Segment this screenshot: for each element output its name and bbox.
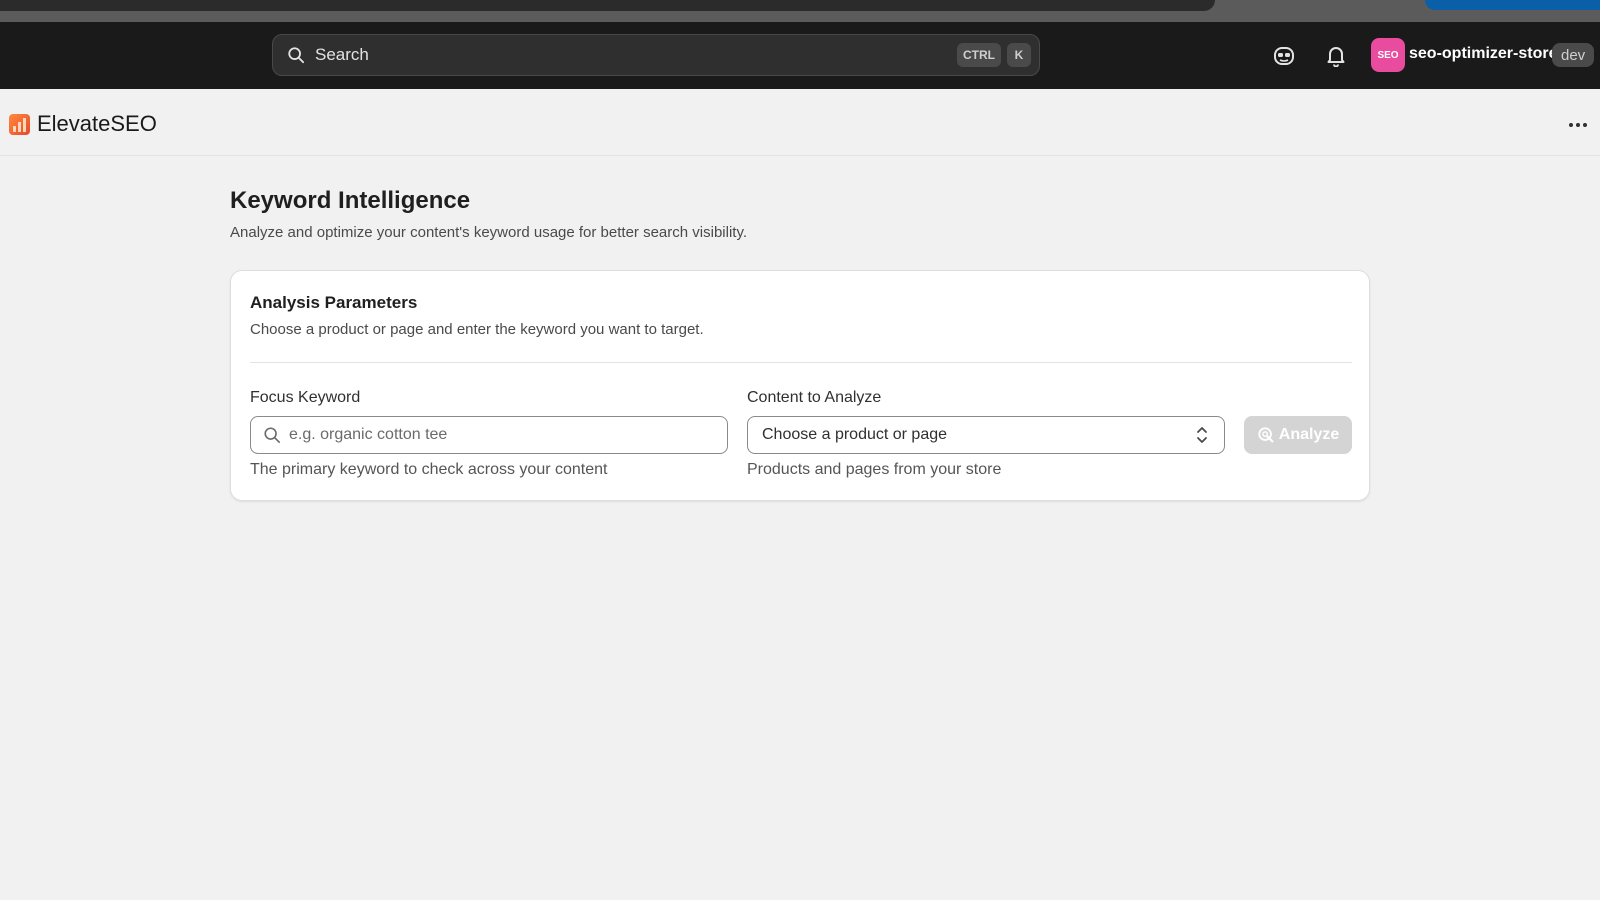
focus-keyword-field[interactable] xyxy=(250,416,728,454)
content-select[interactable]: Choose a product or page xyxy=(747,416,1225,454)
shortcut-ctrl: CTRL xyxy=(957,43,1001,67)
sidekick-icon[interactable] xyxy=(1272,44,1296,68)
analyze-icon xyxy=(1258,427,1274,443)
store-avatar[interactable]: SEO xyxy=(1371,38,1405,72)
app-title: ElevateSEO xyxy=(37,111,157,136)
store-name[interactable]: seo-optimizer-store xyxy=(1409,45,1557,63)
search-icon xyxy=(288,47,305,64)
shortcut-k: K xyxy=(1007,43,1031,67)
chart-bars-icon xyxy=(9,114,30,135)
env-badge: dev xyxy=(1552,43,1595,67)
page-title: Keyword Intelligence xyxy=(230,187,471,214)
global-search[interactable]: Search CTRL K xyxy=(272,34,1040,76)
focus-keyword-label: Focus Keyword xyxy=(250,389,361,406)
analyze-button[interactable]: Analyze xyxy=(1244,416,1352,454)
app-title-bar: ElevateSEO xyxy=(0,89,1600,156)
ellipsis-icon xyxy=(1569,123,1587,127)
browser-action[interactable] xyxy=(1425,0,1600,10)
admin-topbar: Search CTRL K SEO seo-optimizer-store de… xyxy=(0,22,1600,89)
content-label: Content to Analyze xyxy=(747,389,882,406)
content-select-value: Choose a product or page xyxy=(762,426,948,443)
card-description: Choose a product or page and enter the k… xyxy=(250,321,704,338)
card-title: Analysis Parameters xyxy=(250,293,418,312)
more-actions-button[interactable] xyxy=(1566,115,1590,135)
search-icon xyxy=(264,427,281,444)
analysis-parameters-card: Analysis Parameters Choose a product or … xyxy=(230,270,1370,501)
card-divider xyxy=(250,362,1352,363)
focus-keyword-input[interactable] xyxy=(289,426,727,444)
content-help: Products and pages from your store xyxy=(747,461,1002,478)
analyze-label: Analyze xyxy=(1278,426,1340,443)
browser-tab[interactable] xyxy=(0,0,1215,11)
page-subtitle: Analyze and optimize your content's keyw… xyxy=(230,224,748,241)
bell-icon[interactable] xyxy=(1324,44,1348,68)
chevron-up-down-icon xyxy=(1192,425,1212,445)
search-label: Search xyxy=(315,45,369,64)
browser-tab-strip xyxy=(0,0,1600,22)
focus-keyword-help: The primary keyword to check across your… xyxy=(250,461,608,478)
